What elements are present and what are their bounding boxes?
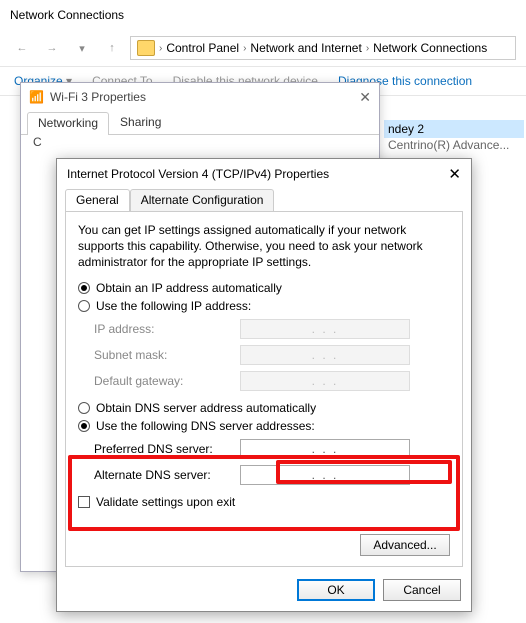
label-ip-address: IP address: <box>94 322 240 336</box>
explorer-title: Network Connections <box>0 0 526 30</box>
close-icon[interactable]: ✕ <box>448 165 461 183</box>
chevron-right-icon: › <box>366 43 369 54</box>
tab-alt[interactable]: Alternate Configuration <box>130 189 275 211</box>
ok-button[interactable]: OK <box>297 579 375 601</box>
label-gateway: Default gateway: <box>94 374 240 388</box>
radio-icon <box>78 282 90 294</box>
breadcrumb[interactable]: › Control Panel › Network and Internet ›… <box>130 36 516 60</box>
chevron-right-icon: › <box>243 43 246 54</box>
input-subnet: . . . <box>240 345 410 365</box>
wifi-dialog-title: Wi-Fi 3 Properties <box>50 90 146 104</box>
forward-button[interactable] <box>40 36 64 60</box>
up-button[interactable] <box>100 36 124 60</box>
connection-list-item[interactable]: ndey 2 Centrino(R) Advance... <box>384 120 524 152</box>
radio-label: Use the following IP address: <box>96 299 251 313</box>
radio-ip-manual[interactable]: Use the following IP address: <box>78 299 450 313</box>
ipv4-dialog-title: Internet Protocol Version 4 (TCP/IPv4) P… <box>67 167 329 181</box>
radio-icon <box>78 402 90 414</box>
wifi-tabs: Networking Sharing <box>21 111 379 135</box>
breadcrumb-item[interactable]: Control Panel <box>166 41 239 55</box>
label-alt-dns: Alternate DNS server: <box>94 468 240 482</box>
input-gateway: . . . <box>240 371 410 391</box>
checkbox-icon <box>78 496 90 508</box>
radio-label: Obtain DNS server address automatically <box>96 401 316 415</box>
ipv4-properties-dialog: Internet Protocol Version 4 (TCP/IPv4) P… <box>56 158 472 612</box>
radio-dns-manual[interactable]: Use the following DNS server addresses: <box>78 419 450 433</box>
chevron-right-icon: › <box>159 43 162 54</box>
radio-dns-auto[interactable]: Obtain DNS server address automatically <box>78 401 450 415</box>
label-pref-dns: Preferred DNS server: <box>94 442 240 456</box>
back-button[interactable] <box>10 36 34 60</box>
advanced-button[interactable]: Advanced... <box>360 534 450 556</box>
connection-device: Centrino(R) Advance... <box>384 138 524 152</box>
checkbox-validate[interactable]: Validate settings upon exit <box>78 495 450 509</box>
input-pref-dns[interactable]: . . . <box>240 439 410 459</box>
folder-icon <box>137 40 155 56</box>
radio-icon <box>78 420 90 432</box>
close-icon[interactable]: ✕ <box>359 89 371 106</box>
radio-label: Obtain an IP address automatically <box>96 281 282 295</box>
cancel-button[interactable]: Cancel <box>383 579 461 601</box>
history-dropdown[interactable] <box>70 36 94 60</box>
breadcrumb-item[interactable]: Network and Internet <box>250 41 361 55</box>
explorer-nav: › Control Panel › Network and Internet ›… <box>0 30 526 66</box>
tab-general[interactable]: General <box>65 189 130 211</box>
checkbox-label: Validate settings upon exit <box>96 495 235 509</box>
wifi-titlebar: Wi-Fi 3 Properties ✕ <box>21 83 379 111</box>
window-title: Network Connections <box>10 8 124 22</box>
wifi-text-fragment: C <box>33 135 42 149</box>
wifi-icon <box>29 90 50 104</box>
input-ip-address: . . . <box>240 319 410 339</box>
input-alt-dns[interactable]: . . . <box>240 465 410 485</box>
ipv4-panel: You can get IP settings assigned automat… <box>65 211 463 567</box>
radio-icon <box>78 300 90 312</box>
breadcrumb-item[interactable]: Network Connections <box>373 41 487 55</box>
ipv4-description: You can get IP settings assigned automat… <box>78 222 450 271</box>
radio-ip-auto[interactable]: Obtain an IP address automatically <box>78 281 450 295</box>
connection-name: ndey 2 <box>384 120 524 138</box>
label-subnet: Subnet mask: <box>94 348 240 362</box>
ipv4-titlebar: Internet Protocol Version 4 (TCP/IPv4) P… <box>57 159 471 189</box>
radio-label: Use the following DNS server addresses: <box>96 419 315 433</box>
tab-sharing[interactable]: Sharing <box>109 111 172 134</box>
dialog-buttons: OK Cancel <box>297 579 461 601</box>
tab-networking[interactable]: Networking <box>27 112 109 135</box>
ipv4-tabs: General Alternate Configuration <box>57 189 471 211</box>
